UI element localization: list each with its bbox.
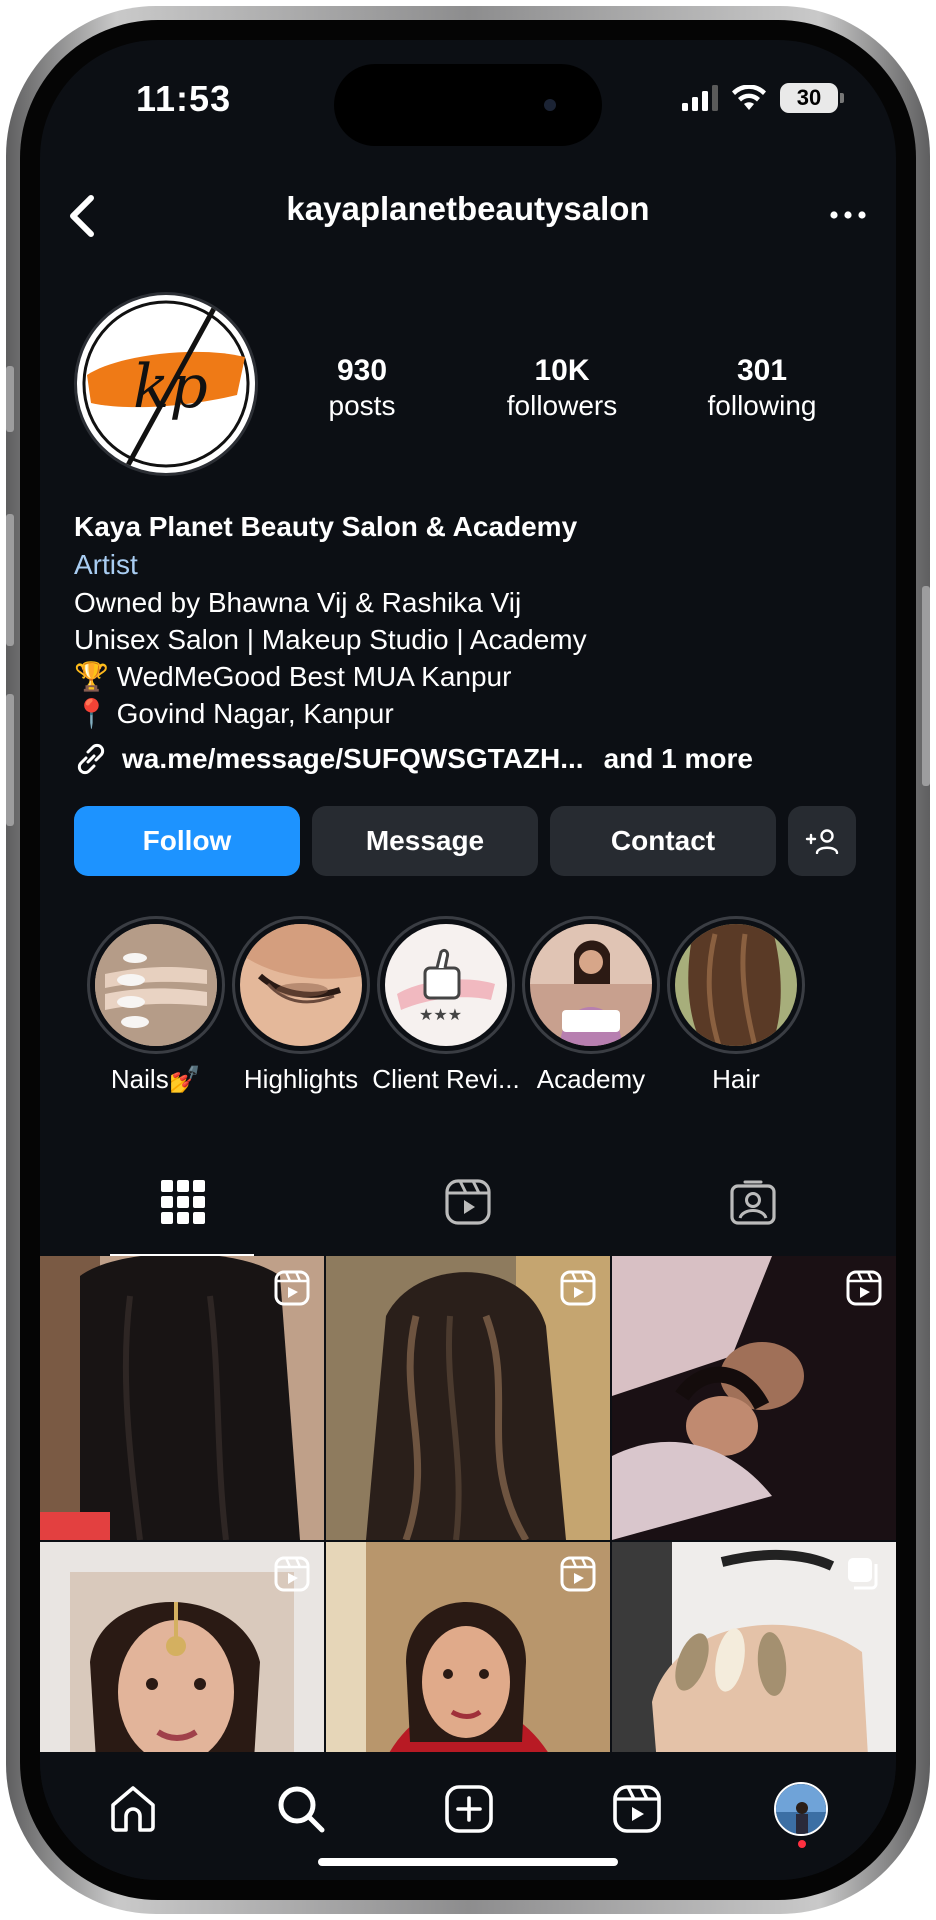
highlight-label: Client Revi... [372, 1064, 520, 1094]
highlight-client-reviews[interactable]: ★★★ Client Revi... [364, 916, 528, 1095]
highlight-hair[interactable]: Hair [654, 916, 818, 1095]
notification-dot [798, 1840, 806, 1848]
search-icon [278, 1786, 325, 1833]
bio-line: Unisex Salon | Makeup Studio | Academy [74, 624, 587, 655]
nav-search[interactable] [266, 1774, 336, 1844]
profile-actions: Follow Message Contact [74, 806, 856, 876]
post-thumbnail[interactable] [612, 1256, 896, 1540]
post-thumbnail[interactable] [326, 1542, 610, 1752]
nav-reels[interactable] [602, 1774, 672, 1844]
profile-avatar [774, 1782, 828, 1836]
nav-create[interactable] [434, 1774, 504, 1844]
tab-reels[interactable] [325, 1152, 611, 1252]
carousel-badge-icon [848, 1558, 878, 1590]
signal-icon [682, 85, 718, 111]
post-thumbnail[interactable] [326, 1256, 610, 1540]
svg-text:★★★: ★★★ [419, 1005, 462, 1024]
action-button [6, 366, 14, 432]
nav-home[interactable] [98, 1774, 168, 1844]
page-title: kayaplanetbeautysalon [286, 190, 650, 227]
power-button [922, 586, 930, 786]
volume-down-button [6, 694, 14, 826]
highlight-label: Nails💅 [110, 1064, 202, 1094]
message-button[interactable]: Message [312, 806, 538, 876]
story-highlights: Nails💅 Highlights ★★★ Client Revi... Aca… [74, 916, 896, 1106]
reel-badge-icon [560, 1270, 596, 1306]
home-icon [111, 1786, 155, 1832]
highlight-highlights[interactable]: Highlights [219, 916, 383, 1095]
avatar[interactable]: kp [74, 292, 258, 476]
post-grid [40, 1256, 896, 1752]
avatar-logo-text: kp [133, 352, 208, 422]
bio: Kaya Planet Beauty Salon & Academy Artis… [74, 508, 854, 776]
tab-posts-grid[interactable] [40, 1152, 326, 1252]
reels-icon [613, 1785, 661, 1833]
reel-badge-icon [846, 1270, 882, 1306]
following-count[interactable]: 301 following [662, 353, 862, 423]
more-options-icon[interactable] [818, 190, 878, 240]
screen: 11:53 30 kayaplanetbeautysalon kp 930 po… [40, 40, 896, 1880]
posts-count[interactable]: 930 posts [262, 353, 462, 423]
grid-icon [161, 1180, 205, 1224]
bio-line: 🏆 WedMeGood Best MUA Kanpur [74, 661, 512, 692]
bio-link[interactable]: wa.me/message/SUFQWSGTAZH... and 1 more [74, 742, 854, 776]
create-post-icon [445, 1785, 493, 1833]
contact-button[interactable]: Contact [550, 806, 776, 876]
reel-badge-icon [274, 1556, 310, 1592]
dynamic-island [334, 64, 602, 146]
reel-badge-icon [560, 1556, 596, 1592]
bio-line: 📍 Govind Nagar, Kanpur [74, 698, 394, 729]
bio-line: Owned by Bhawna Vij & Rashika Vij [74, 587, 522, 618]
highlight-label: Highlights [243, 1064, 359, 1094]
add-person-icon [805, 829, 839, 854]
tagged-icon [730, 1180, 776, 1225]
post-thumbnail[interactable] [612, 1542, 896, 1752]
link-icon [77, 743, 105, 775]
highlight-academy[interactable]: Academy [509, 916, 673, 1095]
tab-tagged[interactable] [610, 1152, 896, 1252]
post-thumbnail[interactable] [40, 1542, 324, 1752]
status-time: 11:53 [136, 78, 232, 119]
home-indicator[interactable] [318, 1858, 618, 1866]
back-icon[interactable] [54, 188, 110, 244]
profile-tabs [40, 1152, 896, 1257]
status-icons: 30 [682, 78, 844, 118]
profile-name: Kaya Planet Beauty Salon & Academy [74, 511, 578, 542]
post-thumbnail[interactable] [40, 1256, 324, 1540]
bio-link-more[interactable]: and 1 more [604, 743, 753, 775]
suggested-users-button[interactable] [788, 806, 856, 876]
follow-button[interactable]: Follow [74, 806, 300, 876]
highlight-nails[interactable]: Nails💅 [74, 916, 238, 1095]
highlight-label: Hair [712, 1064, 760, 1094]
profile-category: Artist [74, 549, 138, 580]
volume-up-button [6, 514, 14, 646]
reels-icon [445, 1179, 491, 1225]
nav-profile[interactable] [766, 1774, 836, 1848]
wifi-icon [732, 85, 766, 110]
highlight-label: Academy [536, 1064, 646, 1094]
reel-badge-icon [274, 1270, 310, 1306]
bio-link-url[interactable]: wa.me/message/SUFQWSGTAZH... [122, 743, 584, 775]
followers-count[interactable]: 10K followers [462, 353, 662, 423]
battery-indicator: 30 [780, 83, 844, 113]
